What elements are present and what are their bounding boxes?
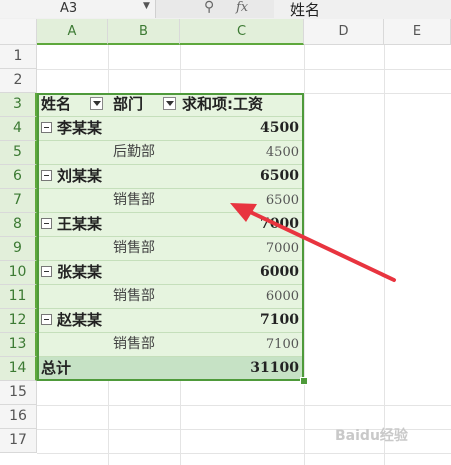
watermark: Baidu经验 <box>335 428 408 444</box>
annotation-arrow <box>230 203 396 282</box>
